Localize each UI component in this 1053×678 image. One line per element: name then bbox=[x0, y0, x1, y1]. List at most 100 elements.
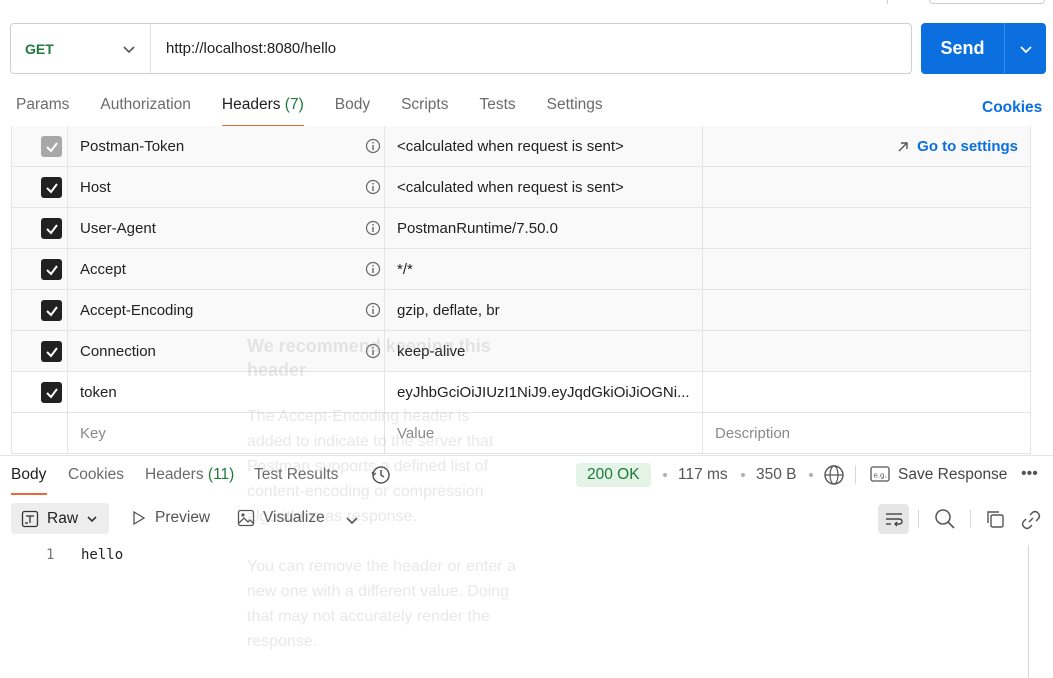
wrap-lines-button[interactable] bbox=[878, 504, 909, 534]
description-cell[interactable] bbox=[703, 208, 1031, 248]
divider bbox=[918, 510, 919, 528]
table-row: Accept */* bbox=[11, 249, 1031, 290]
table-row: Host <calculated when request is sent> bbox=[11, 167, 1031, 208]
info-icon[interactable] bbox=[365, 138, 381, 154]
empty-checkbox-cell bbox=[11, 413, 68, 453]
value-input[interactable]: Value bbox=[397, 425, 434, 442]
image-icon bbox=[237, 509, 255, 527]
chevron-down-icon bbox=[87, 515, 97, 522]
request-tabs: Params Authorization Headers (7) Body Sc… bbox=[16, 96, 634, 128]
top-strip bbox=[0, 0, 1053, 10]
chevron-down-icon[interactable] bbox=[345, 513, 359, 527]
view-mode-label: Raw bbox=[47, 509, 79, 527]
tab-response-cookies[interactable]: Cookies bbox=[68, 466, 124, 484]
response-time[interactable]: 117 ms bbox=[678, 466, 728, 484]
response-body-editor[interactable]: 1 hello bbox=[0, 545, 1029, 678]
row-checkbox[interactable] bbox=[41, 136, 62, 157]
tab-response-headers[interactable]: Headers (11) bbox=[145, 466, 234, 484]
table-row: User-Agent PostmanRuntime/7.50.0 bbox=[11, 208, 1031, 249]
preview-button[interactable]: Preview bbox=[131, 509, 210, 527]
top-right-button[interactable] bbox=[929, 0, 1045, 4]
tab-tests[interactable]: Tests bbox=[479, 96, 515, 126]
url-input[interactable]: http://localhost:8080/hello bbox=[151, 40, 336, 57]
tab-headers-label: Headers bbox=[221, 96, 281, 113]
divider bbox=[887, 0, 888, 4]
row-checkbox[interactable] bbox=[41, 177, 62, 198]
tab-params[interactable]: Params bbox=[16, 96, 69, 126]
header-key[interactable]: token bbox=[80, 384, 117, 401]
tab-response-headers-label: Headers bbox=[145, 466, 204, 483]
separator-dot bbox=[663, 473, 667, 477]
row-checkbox[interactable] bbox=[41, 259, 62, 280]
table-row: Connection keep-alive bbox=[11, 331, 1031, 372]
tab-response-body[interactable]: Body bbox=[11, 466, 46, 484]
response-bar: Body Cookies Headers (11) Test Results 2… bbox=[0, 455, 1053, 495]
tab-headers-count: (7) bbox=[284, 96, 304, 113]
tab-authorization[interactable]: Authorization bbox=[100, 96, 190, 126]
description-cell[interactable] bbox=[703, 249, 1031, 289]
description-cell[interactable] bbox=[703, 290, 1031, 330]
header-value[interactable]: gzip, deflate, br bbox=[397, 302, 500, 319]
key-input[interactable]: Key bbox=[80, 425, 106, 442]
header-value[interactable]: keep-alive bbox=[397, 343, 465, 360]
row-checkbox[interactable] bbox=[41, 341, 62, 362]
description-cell[interactable] bbox=[703, 167, 1031, 207]
search-icon[interactable] bbox=[934, 508, 956, 530]
header-key: Postman-Token bbox=[80, 137, 185, 155]
description-cell[interactable] bbox=[703, 372, 1031, 412]
table-row: Accept-Encoding gzip, deflate, br bbox=[11, 290, 1031, 331]
response-size[interactable]: 350 B bbox=[756, 466, 797, 484]
globe-icon[interactable] bbox=[823, 464, 845, 486]
preview-label: Preview bbox=[155, 509, 211, 526]
info-icon[interactable] bbox=[365, 343, 381, 359]
link-icon[interactable] bbox=[1020, 509, 1042, 531]
row-checkbox[interactable] bbox=[41, 300, 62, 321]
row-checkbox[interactable] bbox=[41, 218, 62, 239]
header-key: Accept-Encoding bbox=[80, 301, 194, 319]
copy-icon[interactable] bbox=[985, 509, 1005, 529]
go-to-settings-link[interactable]: Go to settings bbox=[897, 138, 1018, 155]
header-value[interactable]: <calculated when request is sent> bbox=[397, 179, 624, 196]
arrow-up-right-icon bbox=[898, 141, 908, 151]
send-button-group: Send bbox=[921, 23, 1046, 74]
tab-settings[interactable]: Settings bbox=[547, 96, 603, 126]
tab-test-results[interactable]: Test Results bbox=[254, 466, 338, 484]
info-icon[interactable] bbox=[365, 302, 381, 318]
url-bar: GET http://localhost:8080/hello bbox=[10, 23, 912, 74]
description-input[interactable]: Description bbox=[715, 425, 790, 442]
view-mode-select[interactable]: Raw bbox=[11, 503, 109, 534]
info-icon[interactable] bbox=[365, 261, 381, 277]
status-badge[interactable]: 200 OK bbox=[576, 463, 651, 487]
cookies-link[interactable]: Cookies bbox=[982, 99, 1042, 117]
header-value[interactable]: */* bbox=[397, 261, 413, 278]
info-icon[interactable] bbox=[365, 220, 381, 236]
description-cell[interactable] bbox=[703, 331, 1031, 371]
response-toolbar: Raw Preview Visualize bbox=[0, 503, 1053, 535]
send-button[interactable]: Send bbox=[921, 23, 1005, 74]
header-key: Connection bbox=[80, 342, 156, 360]
play-icon bbox=[133, 510, 146, 526]
method-select[interactable]: GET bbox=[11, 24, 151, 73]
table-row: Postman-Token <calculated when request i… bbox=[11, 126, 1031, 167]
header-value[interactable]: <calculated when request is sent> bbox=[397, 138, 624, 155]
send-dropdown[interactable] bbox=[1005, 23, 1046, 74]
more-options-icon[interactable]: ••• bbox=[1021, 465, 1038, 483]
chevron-down-icon bbox=[1019, 45, 1032, 53]
info-icon[interactable] bbox=[365, 179, 381, 195]
history-icon[interactable] bbox=[370, 464, 392, 486]
tab-body[interactable]: Body bbox=[335, 96, 370, 126]
visualize-button[interactable]: Visualize bbox=[237, 509, 325, 527]
tab-scripts[interactable]: Scripts bbox=[401, 96, 448, 126]
header-value[interactable]: PostmanRuntime/7.50.0 bbox=[397, 220, 558, 237]
header-key: Accept bbox=[80, 260, 126, 278]
tab-response-headers-count: (11) bbox=[207, 466, 235, 483]
active-tab-underline bbox=[11, 493, 47, 495]
method-label: GET bbox=[25, 40, 54, 57]
divider bbox=[855, 466, 856, 484]
tab-headers[interactable]: Headers (7) bbox=[221, 96, 304, 127]
row-checkbox[interactable] bbox=[41, 382, 62, 403]
svg-text:e.g.: e.g. bbox=[874, 472, 887, 480]
save-response-button[interactable]: Save Response bbox=[898, 466, 1007, 484]
response-body-text[interactable]: hello bbox=[81, 547, 123, 563]
header-value[interactable]: eyJhbGciOiJIUzI1NiJ9.eyJqdGkiOiJiOGNi... bbox=[397, 384, 690, 401]
